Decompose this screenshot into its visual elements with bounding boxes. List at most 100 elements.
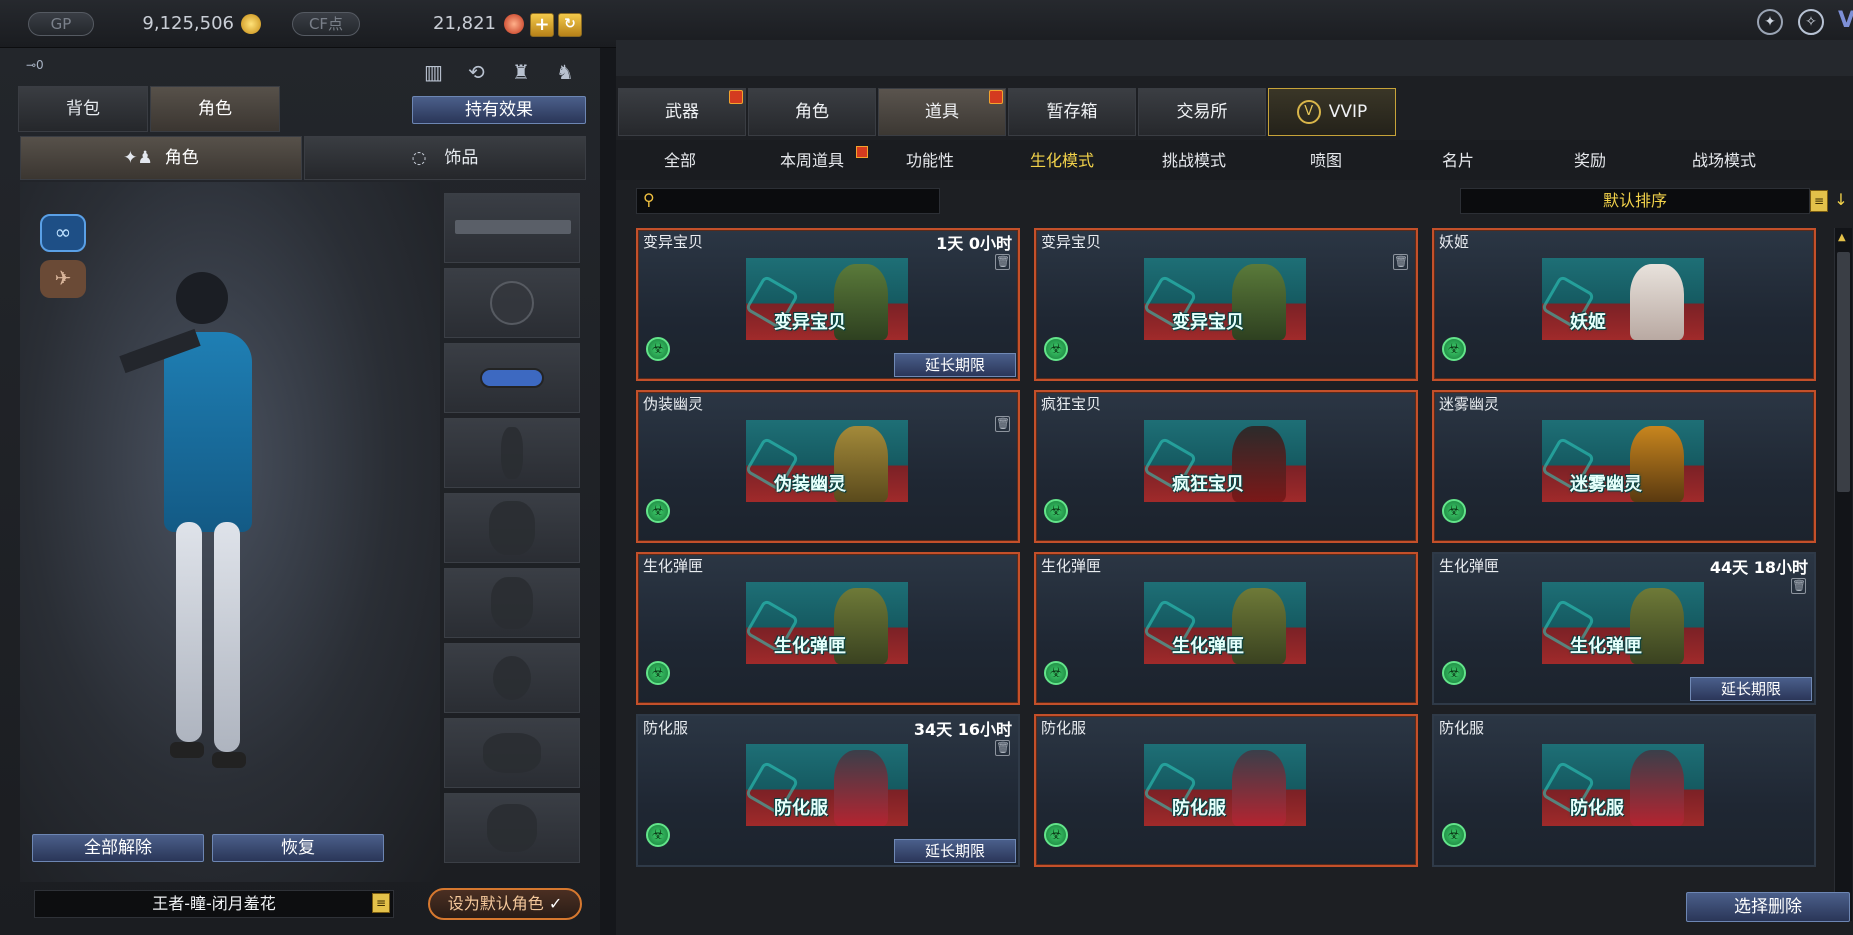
goggle-badge-icon[interactable]: ∞ (40, 214, 86, 252)
sort-dropdown-icon[interactable]: ≡ (1810, 190, 1828, 212)
release-all-button[interactable]: 全部解除 (32, 834, 204, 862)
set-default-character-button[interactable]: 设为默认角色 ✓ (428, 888, 582, 920)
subtab-zombie-mode[interactable]: 生化模式 (1012, 144, 1112, 178)
tab-characters[interactable]: 角色 (748, 88, 876, 136)
item-card[interactable]: 伪装幽灵 🗑 伪装幽灵 ☣ (636, 390, 1020, 543)
grenade-silhouette-icon (493, 656, 531, 700)
extend-period-button[interactable]: 延长期限 (894, 839, 1016, 863)
item-name: 生化弹匣 (1439, 557, 1500, 575)
subtab-challenge-mode[interactable]: 挑战模式 (1144, 144, 1244, 178)
item-card[interactable]: 防化服 防化服 ☣ (1432, 714, 1816, 867)
item-image: 生化弹匣 (746, 582, 908, 664)
vvip-icon: V (1296, 100, 1321, 124)
slot-vest[interactable] (444, 568, 580, 638)
slot-spray[interactable] (444, 793, 580, 863)
scroll-up-icon[interactable]: ▲ (1838, 232, 1846, 243)
cf-coin-icon (504, 14, 524, 34)
subtab-all[interactable]: 全部 (630, 144, 730, 178)
add-cf-button[interactable]: + (530, 13, 554, 37)
trash-icon[interactable]: 🗑 (995, 416, 1010, 432)
rotate-icon[interactable]: ⟲ (468, 60, 494, 86)
subtab-rewards[interactable]: 奖励 (1540, 144, 1640, 178)
subtab-battlefield[interactable]: 战场模式 (1672, 144, 1776, 178)
character-swap-icon[interactable]: ♜ (512, 60, 538, 86)
v-icon[interactable]: V (1838, 8, 1853, 33)
extend-period-button[interactable]: 延长期限 (894, 353, 1016, 377)
subtab-functional[interactable]: 功能性 (880, 144, 980, 178)
slot-helmet[interactable] (444, 268, 580, 338)
sort-direction-icon[interactable]: ↓ (1832, 190, 1850, 212)
slot-body[interactable] (444, 418, 580, 488)
item-figure-icon (1630, 750, 1684, 826)
slot-glasses[interactable] (444, 343, 580, 413)
tab-storage[interactable]: 暂存箱 (1008, 88, 1136, 136)
subtab-weekly[interactable]: 本周道具 (756, 144, 868, 178)
trash-icon[interactable]: 🗑 (1393, 254, 1408, 270)
biohazard-icon: ☣ (1044, 499, 1068, 523)
item-card[interactable]: 变异宝贝 1天 0小时 🗑 变异宝贝 ☣ 延长期限 (636, 228, 1020, 381)
item-image-label: 疯狂宝贝 (1172, 474, 1244, 495)
biohazard-icon: ☣ (1442, 337, 1466, 361)
biohazard-icon: ☣ (646, 499, 670, 523)
backpack-silhouette-icon (489, 501, 535, 555)
item-name: 变异宝贝 (1041, 233, 1102, 251)
item-image: 变异宝贝 (1144, 258, 1306, 340)
wings-icon[interactable]: ✧ (1798, 9, 1824, 35)
subtab-weekly-label: 本周道具 (779, 151, 844, 170)
tab-character[interactable]: 角色 (150, 86, 280, 132)
trash-icon[interactable]: 🗑 (1791, 578, 1806, 594)
search-icon: ⚲ (643, 190, 655, 209)
item-card[interactable]: 变异宝贝 🗑 变异宝贝 ☣ (1034, 228, 1418, 381)
tab-exchange[interactable]: 交易所 (1138, 88, 1266, 136)
cf-label: CF点 (292, 12, 360, 36)
search-input[interactable]: ⚲ (636, 188, 940, 214)
tab-vvip[interactable]: V VVIP (1268, 88, 1396, 136)
tab-backpack[interactable]: 背包 (18, 86, 148, 132)
item-image-label: 生化弹匣 (1172, 636, 1244, 657)
slot-grenade[interactable] (444, 643, 580, 713)
extend-period-button[interactable]: 延长期限 (1690, 677, 1812, 701)
refresh-icon[interactable]: ↻ (558, 13, 582, 37)
restore-button[interactable]: 恢复 (212, 834, 384, 862)
tab-items[interactable]: 道具 (878, 88, 1006, 136)
slot-back[interactable] (444, 493, 580, 563)
subtab-sprays[interactable]: 喷图 (1276, 144, 1376, 178)
tab-characters-label: 角色 (795, 102, 829, 122)
pet-icon[interactable]: ♞ (556, 60, 582, 86)
subtab-accessories[interactable]: ◌ 饰品 (304, 136, 586, 180)
item-card[interactable]: 迷雾幽灵 迷雾幽灵 ☣ (1432, 390, 1816, 543)
trash-icon[interactable]: 🗑 (995, 740, 1010, 756)
item-image-label: 变异宝贝 (1172, 312, 1244, 333)
character-name-select[interactable]: 王者-瞳-闭月羞花 (34, 890, 394, 918)
dropdown-icon[interactable]: ≡ (372, 893, 390, 913)
stats-icon[interactable]: ▥ (424, 60, 450, 86)
eagle-badge-icon[interactable]: ✈ (40, 260, 86, 298)
item-card[interactable]: 生化弹匣 生化弹匣 ☣ (1034, 552, 1418, 705)
owned-effects-button[interactable]: 持有效果 (412, 96, 586, 124)
item-remaining-time: 34天 16小时 (913, 720, 1012, 739)
item-card[interactable]: 疯狂宝贝 疯狂宝贝 ☣ (1034, 390, 1418, 543)
set-default-label: 设为默认角色 (447, 894, 544, 913)
compass-icon[interactable]: ✦ (1757, 9, 1783, 35)
slot-primary-weapon[interactable] (444, 193, 580, 263)
item-card[interactable]: 防化服 34天 16小时 🗑 防化服 ☣ 延长期限 (636, 714, 1020, 867)
select-delete-button[interactable]: 选择删除 (1686, 892, 1850, 922)
character-preview[interactable]: ∞ ✈ (20, 182, 440, 882)
item-card[interactable]: 生化弹匣 生化弹匣 ☣ (636, 552, 1020, 705)
item-name: 生化弹匣 (1041, 557, 1102, 575)
scroll-thumb[interactable] (1837, 252, 1850, 492)
item-image-label: 变异宝贝 (774, 312, 846, 333)
sort-select[interactable]: 默认排序 (1460, 188, 1810, 214)
item-image: 生化弹匣 (1144, 582, 1306, 664)
slot-pet[interactable] (444, 718, 580, 788)
subtab-name-cards[interactable]: 名片 (1408, 144, 1508, 178)
subtab-character[interactable]: ✦♟ 角色 (20, 136, 302, 180)
item-card[interactable]: 生化弹匣 44天 18小时 🗑 生化弹匣 ☣ 延长期限 (1432, 552, 1816, 705)
item-card[interactable]: 妖姬 妖姬 ☣ (1432, 228, 1816, 381)
item-card[interactable]: 防化服 防化服 ☣ (1034, 714, 1418, 867)
scrollbar[interactable]: ▲ ▼ (1834, 228, 1852, 921)
tab-storage-label: 暂存箱 (1046, 102, 1098, 122)
item-name: 防化服 (1041, 719, 1087, 737)
trash-icon[interactable]: 🗑 (995, 254, 1010, 270)
tab-weapons[interactable]: 武器 (618, 88, 746, 136)
